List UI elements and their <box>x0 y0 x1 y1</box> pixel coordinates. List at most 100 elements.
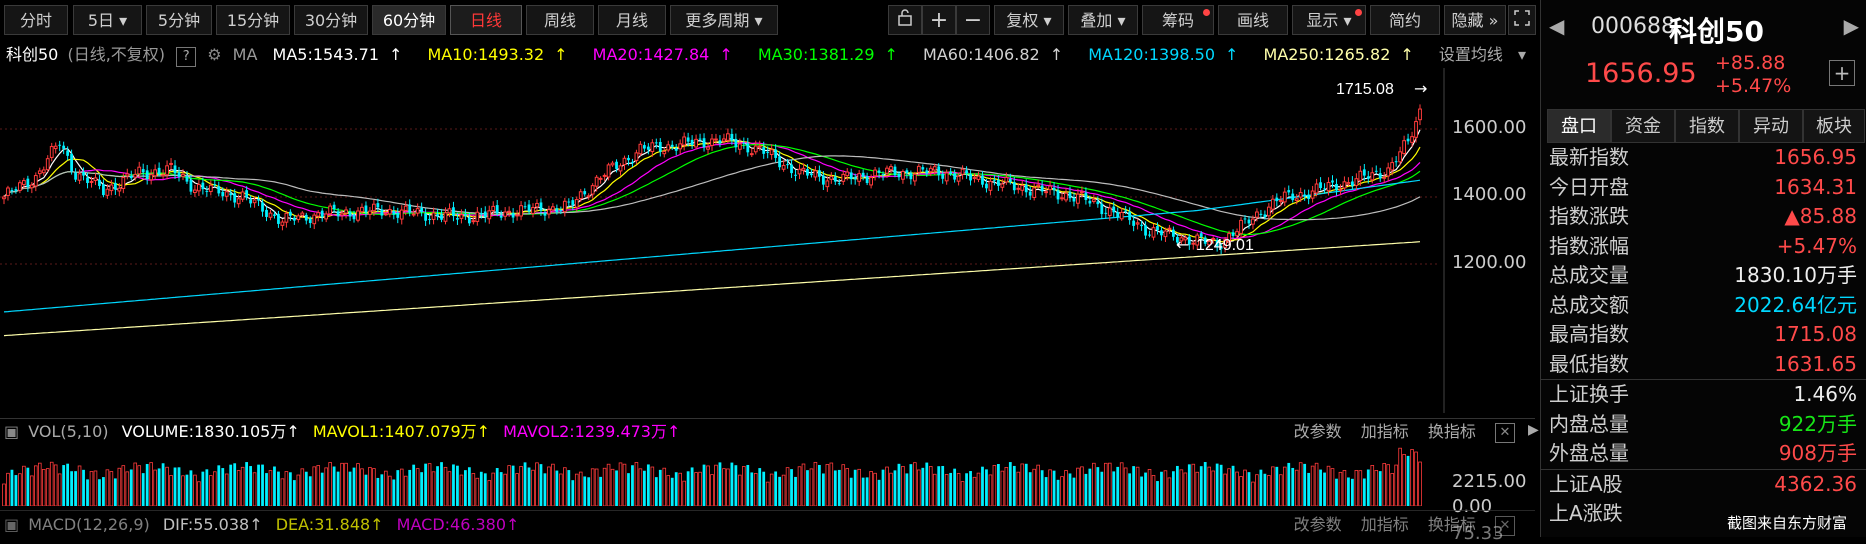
display-dropdown[interactable]: 显示 ▾ <box>1292 5 1366 35</box>
period-tab-day[interactable]: 日线 <box>450 5 522 35</box>
chip-button[interactable]: 筹码 <box>1142 5 1214 35</box>
period-tab-fenshi[interactable]: 分时 <box>4 5 68 35</box>
volume-bar <box>774 471 778 506</box>
add-indicator-link[interactable]: 加指标 <box>1361 515 1409 534</box>
volume-bar <box>1366 469 1370 506</box>
tab-zhishu[interactable]: 指数 <box>1675 109 1739 143</box>
edit-params-link[interactable]: 改参数 <box>1294 422 1342 441</box>
volume-bar <box>1004 467 1009 506</box>
volume-chart[interactable] <box>0 444 1444 506</box>
quote-row-value: 1715.08 <box>1774 322 1857 346</box>
lock-icon[interactable] <box>888 5 922 35</box>
period-tab-5min[interactable]: 5分钟 <box>146 5 212 35</box>
volume-bar <box>304 471 308 506</box>
volume-bar <box>932 473 937 506</box>
period-tab-30min[interactable]: 30分钟 <box>294 5 368 35</box>
quote-panel: ◀ 000688 科创50 ▶ 1656.95 +85.88 +5.47% + … <box>1540 0 1866 537</box>
candle-body <box>1418 108 1422 121</box>
candle-body <box>1374 170 1378 172</box>
zoom-in-icon[interactable]: + <box>922 5 956 35</box>
hide-button[interactable]: 隐藏 » <box>1444 5 1506 35</box>
volume-bar <box>1147 469 1152 506</box>
candle-body <box>698 138 702 140</box>
volume-bar <box>925 462 929 506</box>
volume-bar <box>209 475 213 506</box>
candle-body <box>1076 193 1080 204</box>
volume-bar <box>985 469 988 506</box>
candle-body <box>240 191 245 200</box>
overlay-dropdown[interactable]: 叠加 ▾ <box>1068 5 1138 35</box>
candle-body <box>133 173 138 178</box>
volume-bar <box>129 469 133 506</box>
candle-body <box>916 165 921 173</box>
candle-body <box>141 169 145 173</box>
gear-icon[interactable]: ⚙ <box>207 45 221 64</box>
volume-bar <box>396 470 400 506</box>
candle-body <box>89 180 94 183</box>
period-tab-5day[interactable]: 5日 ▾ <box>73 5 142 35</box>
quote-row: 最新指数 1656.95 <box>1541 143 1866 173</box>
fuquan-dropdown[interactable]: 复权 ▾ <box>994 5 1064 35</box>
candle-body <box>1398 151 1403 163</box>
chevron-down-icon: ▾ <box>1043 11 1052 30</box>
volume-bar <box>1335 478 1338 506</box>
candle-body <box>196 184 201 192</box>
quote-row: 最高指数 1715.08 <box>1541 320 1866 350</box>
tab-pankou[interactable]: 盘口 <box>1547 109 1611 143</box>
volume-bar <box>1156 481 1159 506</box>
candle-body <box>121 177 126 190</box>
volume-bar <box>937 466 941 506</box>
volume-bar <box>1020 463 1025 506</box>
simple-mode-button[interactable]: 简约 <box>1370 5 1440 35</box>
period-tab-60min[interactable]: 60分钟 <box>372 5 446 35</box>
tab-yidong[interactable]: 异动 <box>1739 109 1803 143</box>
add-watchlist-icon[interactable]: + <box>1829 60 1855 86</box>
candle-body <box>642 145 646 149</box>
candle-body <box>674 148 678 151</box>
candle-body <box>1366 176 1370 179</box>
volume-bar <box>821 473 825 506</box>
panel-collapse-handle[interactable]: ▶ <box>1528 415 1539 445</box>
tab-bankuai[interactable]: 板块 <box>1803 109 1865 143</box>
volume-bar <box>1227 468 1231 506</box>
candle-body <box>447 208 452 214</box>
help-icon[interactable]: ? <box>176 47 197 67</box>
volume-bar <box>722 468 726 506</box>
up-arrow-icon: ↑ <box>506 515 520 534</box>
period-tab-15min[interactable]: 15分钟 <box>216 5 290 35</box>
ma-settings-button[interactable]: 设置均线 ▾ <box>1439 45 1536 64</box>
quote-row-label: 指数涨跌 <box>1549 204 1629 228</box>
volume-bar <box>348 471 352 506</box>
volume-bar <box>217 465 221 506</box>
zoom-out-icon[interactable]: − <box>956 5 990 35</box>
volume-bar <box>988 474 993 506</box>
candle-body <box>849 172 853 180</box>
period-tab-week[interactable]: 周线 <box>526 5 594 35</box>
period-tab-month[interactable]: 月线 <box>598 5 666 35</box>
close-icon[interactable]: ✕ <box>1495 422 1515 443</box>
volume-bar <box>280 478 285 506</box>
candle-body <box>794 174 797 176</box>
candle-body <box>268 212 273 218</box>
volume-bar <box>1382 463 1387 506</box>
more-periods-dropdown[interactable]: 更多周期 ▾ <box>670 5 778 35</box>
candle-body <box>1091 199 1096 203</box>
volume-bar <box>535 462 539 506</box>
volume-bar <box>1128 473 1132 506</box>
add-indicator-link[interactable]: 加指标 <box>1361 422 1409 441</box>
kline-chart[interactable]: 1715.08 → ← 1249.01 <box>0 68 1535 413</box>
volume-bar <box>1064 470 1068 506</box>
candle-body <box>742 142 746 144</box>
collapse-icon[interactable]: ▣ <box>4 422 19 441</box>
change-indicator-link[interactable]: 换指标 <box>1428 422 1476 441</box>
edit-params-link[interactable]: 改参数 <box>1294 515 1342 534</box>
next-stock-icon[interactable]: ▶ <box>1844 14 1859 38</box>
draw-line-button[interactable]: 画线 <box>1218 5 1288 35</box>
fullscreen-icon[interactable] <box>1508 5 1536 35</box>
collapse-icon[interactable]: ▣ <box>4 515 19 534</box>
volume-bar <box>257 464 260 506</box>
candle-body <box>981 175 984 185</box>
tab-zijin[interactable]: 资金 <box>1611 109 1675 143</box>
volume-bar <box>1287 462 1291 506</box>
prev-stock-icon[interactable]: ◀ <box>1549 14 1564 38</box>
